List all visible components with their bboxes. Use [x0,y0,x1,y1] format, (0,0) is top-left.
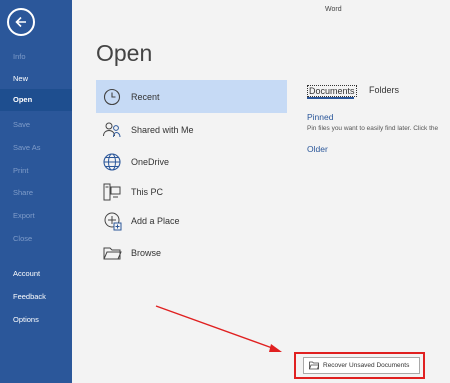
annotation-arrow [155,305,282,352]
folder-icon [309,361,319,370]
recover-button-label: Recover Unsaved Documents [323,362,410,369]
recover-unsaved-documents-button[interactable]: Recover Unsaved Documents [303,357,420,374]
